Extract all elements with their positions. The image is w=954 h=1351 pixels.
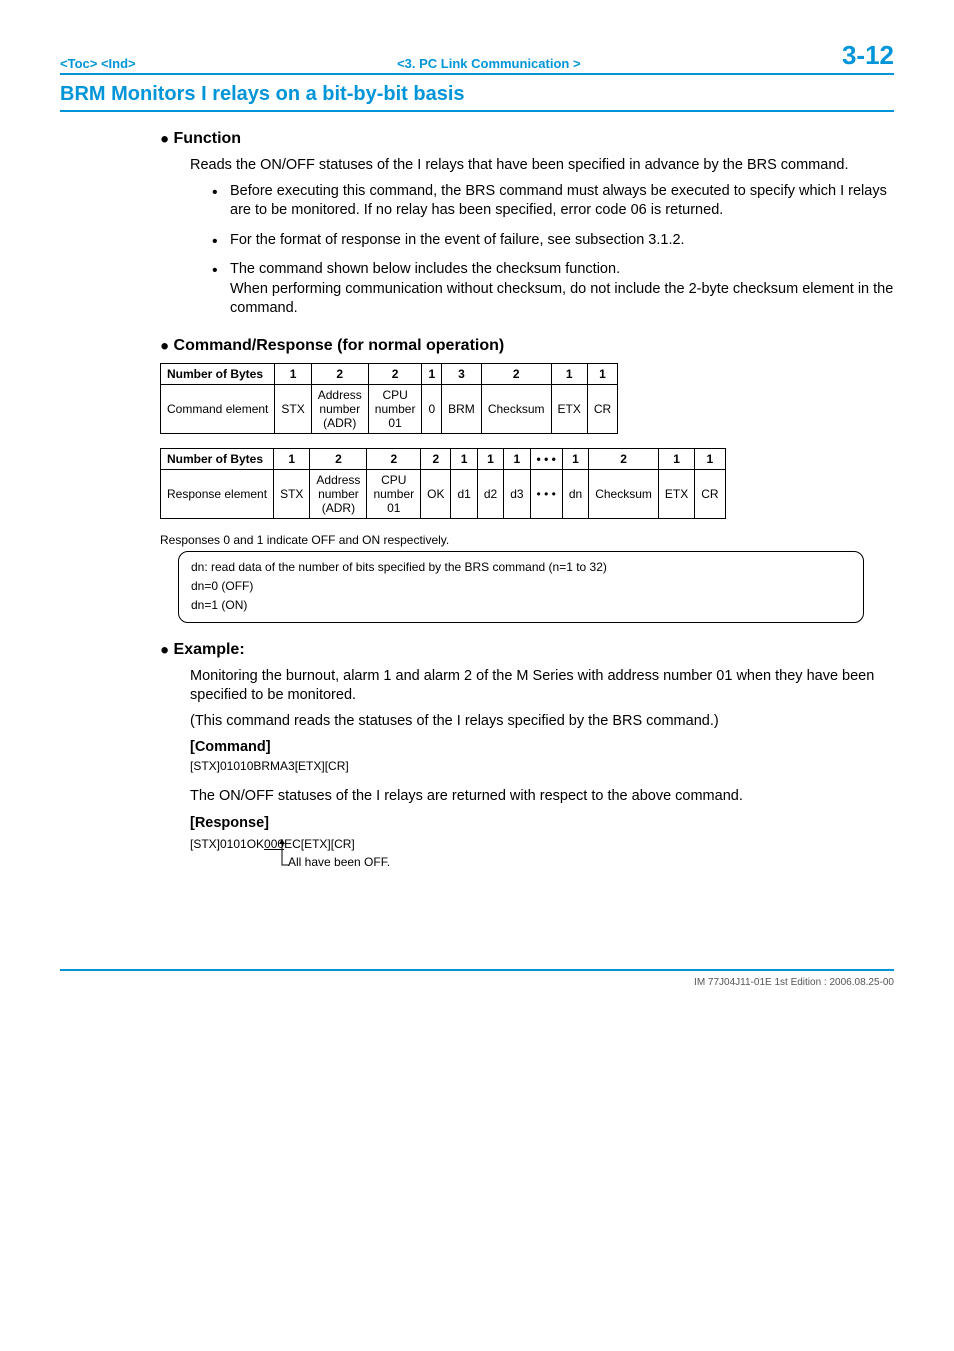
command-label: [Command]	[160, 739, 894, 755]
bytes: 1	[658, 448, 694, 469]
ind-link[interactable]: <Ind>	[101, 56, 136, 71]
cell: ETX	[658, 469, 694, 518]
cell: • • •	[530, 469, 562, 518]
keybox-line: dn=0 (OFF)	[191, 577, 851, 596]
bytes: 1	[504, 448, 530, 469]
arrow-text: All have been OFF.	[288, 855, 390, 869]
cell: Checksum	[589, 469, 659, 518]
cmdresp-heading: ● Command/Response (for normal operation…	[160, 337, 894, 355]
example-p2: (This command reads the statuses of the …	[160, 712, 894, 732]
cell: CR	[695, 469, 725, 518]
bullet-icon: ●	[160, 641, 169, 658]
bullet-item: For the format of response in the event …	[212, 231, 894, 251]
bytes: 3	[442, 363, 482, 384]
nob-label: Number of Bytes	[161, 363, 275, 384]
bytes: 1	[274, 448, 310, 469]
cell: CPUnumber01	[367, 469, 421, 518]
keybox-line: dn: read data of the number of bits spec…	[191, 558, 851, 577]
elem-label: Response element	[161, 469, 274, 518]
footer-text: IM 77J04J11-01E 1st Edition : 2006.08.25…	[60, 977, 894, 988]
command-table: Number of Bytes 1 2 2 1 3 2 1 1 Command …	[160, 363, 618, 434]
function-intro: Reads the ON/OFF statuses of the I relay…	[160, 156, 894, 176]
cell: Addressnumber(ADR)	[311, 384, 368, 433]
section-title: BRM Monitors I relays on a bit-by-bit ba…	[60, 83, 894, 112]
page-number: 3-12	[842, 40, 894, 71]
bytes: 1	[587, 363, 617, 384]
cell: STX	[274, 469, 310, 518]
cell: CR	[587, 384, 617, 433]
bytes: 2	[310, 448, 367, 469]
header-left: <Toc> <Ind>	[60, 56, 136, 71]
keybox-line: dn=1 (ON)	[191, 596, 851, 615]
bytes: 1	[695, 448, 725, 469]
arrow-up-icon	[277, 837, 291, 871]
bytes: 1	[422, 363, 442, 384]
response-note: Responses 0 and 1 indicate OFF and ON re…	[160, 533, 894, 547]
bullet-item: The command shown below includes the che…	[212, 260, 894, 319]
cell: STX	[275, 384, 311, 433]
bytes: 2	[311, 363, 368, 384]
nob-label: Number of Bytes	[161, 448, 274, 469]
bullet-icon: ●	[160, 337, 169, 354]
bytes: 2	[481, 363, 551, 384]
resp-suffix: EC[ETX][CR]	[284, 837, 355, 851]
bullet-item: Before executing this command, the BRS c…	[212, 182, 894, 221]
bullet-icon: ●	[160, 130, 169, 147]
cell: ETX	[551, 384, 587, 433]
response-label: [Response]	[160, 815, 894, 831]
bytes: 2	[589, 448, 659, 469]
response-table: Number of Bytes 1 2 2 2 1 1 1 • • • 1 2 …	[160, 448, 726, 519]
cell: BRM	[442, 384, 482, 433]
cell: d1	[451, 469, 477, 518]
elem-label: Command element	[161, 384, 275, 433]
key-box: dn: read data of the number of bits spec…	[178, 551, 864, 623]
function-heading-text: Function	[174, 130, 242, 147]
example-heading: ● Example:	[160, 641, 894, 659]
cmdresp-heading-text: Command/Response (for normal operation)	[174, 337, 505, 354]
bytes: 1	[562, 448, 588, 469]
function-bullets: Before executing this command, the BRS c…	[212, 182, 894, 319]
arrow-note: All have been OFF.	[190, 855, 894, 869]
cell: dn	[562, 469, 588, 518]
page-header: <Toc> <Ind> <3. PC Link Communication > …	[60, 40, 894, 75]
example-heading-text: Example:	[174, 641, 245, 658]
header-chapter: <3. PC Link Communication >	[397, 56, 580, 71]
bytes: 2	[368, 363, 422, 384]
bytes: 2	[367, 448, 421, 469]
bytes: • • •	[530, 448, 562, 469]
footer-line	[60, 969, 894, 971]
cell: d2	[477, 469, 503, 518]
resp-prefix: [STX]0101OK	[190, 837, 264, 851]
bytes: 1	[451, 448, 477, 469]
cell: 0	[422, 384, 442, 433]
bytes: 2	[421, 448, 451, 469]
bytes: 1	[477, 448, 503, 469]
bytes: 1	[551, 363, 587, 384]
response-block: [STX]0101OK000EC[ETX][CR] All have been …	[160, 835, 894, 869]
cell: OK	[421, 469, 451, 518]
example-p3: The ON/OFF statuses of the I relays are …	[160, 787, 894, 807]
command-text: [STX]01010BRMA3[ETX][CR]	[160, 759, 894, 773]
cell: Addressnumber(ADR)	[310, 469, 367, 518]
example-p1: Monitoring the burnout, alarm 1 and alar…	[160, 667, 894, 706]
cell: CPUnumber01	[368, 384, 422, 433]
cell: d3	[504, 469, 530, 518]
bytes: 1	[275, 363, 311, 384]
function-heading: ● Function	[160, 130, 894, 148]
toc-link[interactable]: <Toc>	[60, 56, 97, 71]
cell: Checksum	[481, 384, 551, 433]
